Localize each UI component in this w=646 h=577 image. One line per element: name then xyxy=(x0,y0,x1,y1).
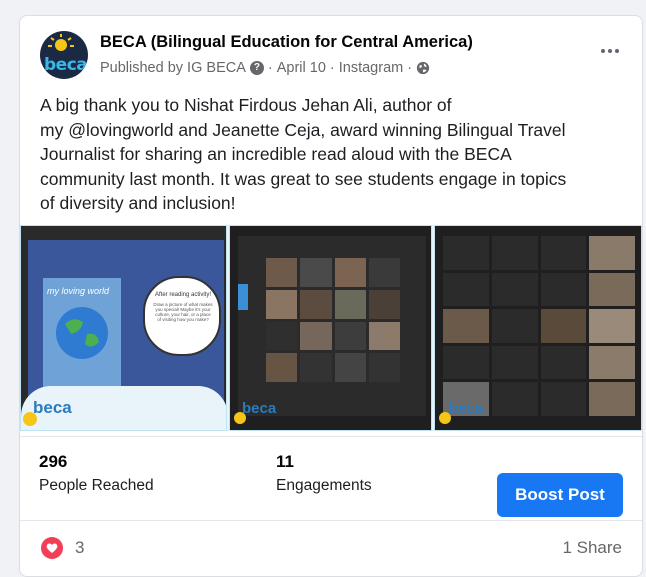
more-options-button[interactable] xyxy=(598,41,622,61)
engagements-count: 11 xyxy=(276,452,294,471)
meta-separator: · xyxy=(407,60,413,76)
participant-tile xyxy=(300,258,332,287)
meta-separator: · xyxy=(329,60,335,76)
video-grid xyxy=(238,236,426,416)
page-name-link[interactable]: BECA (Bilingual Education for Central Am… xyxy=(100,33,473,52)
participant-tile xyxy=(300,321,332,351)
beca-logo: beca xyxy=(449,400,484,417)
globe-icon[interactable] xyxy=(416,61,430,75)
participant-tile xyxy=(540,309,587,343)
participant-tile xyxy=(443,236,489,270)
people-reached-label: People Reached xyxy=(39,477,154,494)
participant-tile xyxy=(491,345,538,380)
participant-tile xyxy=(589,345,635,380)
engagements-label: Engagements xyxy=(276,477,372,494)
speech-bubble: After reading activity! Draw a picture o… xyxy=(143,276,221,356)
participant-tile xyxy=(540,272,587,307)
post-photo-2[interactable]: beca xyxy=(229,225,432,431)
post-source: Instagram xyxy=(338,60,404,76)
participant-tile xyxy=(266,289,298,319)
sun-icon xyxy=(234,412,246,424)
participant-tile xyxy=(266,353,298,382)
sun-icon xyxy=(48,34,74,51)
participant-tile xyxy=(540,236,587,270)
boost-post-button[interactable]: Boost Post xyxy=(497,473,623,517)
participant-tile xyxy=(334,321,366,351)
participant-tile xyxy=(491,236,538,270)
participant-tiles xyxy=(266,258,400,382)
book-title: my loving world xyxy=(47,286,110,296)
page-avatar[interactable]: beca xyxy=(40,31,88,79)
bubble-body: Draw a picture of what makes you special… xyxy=(153,302,213,322)
beca-logo: beca xyxy=(242,400,277,417)
post-date-link[interactable]: April 10 xyxy=(277,60,326,76)
reaction-count[interactable]: 3 xyxy=(75,538,84,558)
help-icon[interactable]: ? xyxy=(249,61,264,75)
reactions-bar: 3 1 Share xyxy=(20,520,642,576)
participant-tile xyxy=(300,353,332,382)
participant-tile xyxy=(266,258,298,287)
published-by[interactable]: Published by IG BECA xyxy=(100,60,246,76)
post-photo-1[interactable]: my loving world After reading activity! … xyxy=(20,225,227,431)
participant-tile xyxy=(589,236,635,270)
dot-icon xyxy=(608,49,612,53)
video-grid xyxy=(443,236,635,416)
participant-tile xyxy=(589,309,635,343)
participant-tile xyxy=(368,289,400,319)
share-count[interactable]: 1 Share xyxy=(562,538,622,558)
participant-tile xyxy=(368,321,400,351)
post-message: A big thank you to Nishat Firdous Jehan … xyxy=(40,95,567,213)
participant-tile xyxy=(368,353,400,382)
earth-icon xyxy=(56,307,108,359)
insights-bar: 296 People Reached 11 Engagements Boost … xyxy=(20,436,642,521)
participant-tile xyxy=(443,309,489,343)
beca-logo: beca xyxy=(33,398,72,417)
avatar-logo-text: beca xyxy=(44,55,88,75)
post-photo-3[interactable]: beca xyxy=(434,225,642,431)
dot-icon xyxy=(601,49,605,53)
bubble-title: After reading activity! xyxy=(154,292,212,298)
meta-separator: · xyxy=(267,60,273,76)
participant-tile xyxy=(368,258,400,287)
post-meta: Published by IG BECA ? · April 10 · Inst… xyxy=(100,60,430,76)
participant-tile xyxy=(334,258,366,287)
people-reached-count: 296 xyxy=(39,452,68,471)
participant-tile xyxy=(334,289,366,319)
participant-tile xyxy=(540,382,587,416)
sun-icon xyxy=(439,412,451,424)
participant-tile xyxy=(300,289,332,319)
sun-icon xyxy=(23,412,37,426)
post-card: beca BECA (Bilingual Education for Centr… xyxy=(19,15,643,577)
participant-tile xyxy=(491,272,538,307)
love-reaction-icon[interactable] xyxy=(41,537,63,559)
participant-tile xyxy=(334,353,366,382)
side-panel xyxy=(238,284,248,310)
participant-tile xyxy=(443,272,489,307)
photo-grid: my loving world After reading activity! … xyxy=(20,225,642,431)
participant-tile xyxy=(589,272,635,307)
participant-tile xyxy=(589,382,635,416)
post-header: beca BECA (Bilingual Education for Centr… xyxy=(40,31,626,83)
participant-tile xyxy=(540,345,587,380)
book-cover: my loving world xyxy=(43,278,121,390)
participant-tile xyxy=(491,382,538,416)
participant-tile xyxy=(266,321,298,351)
participant-tile xyxy=(491,309,538,343)
dot-icon xyxy=(615,49,619,53)
participant-tile xyxy=(443,345,489,380)
